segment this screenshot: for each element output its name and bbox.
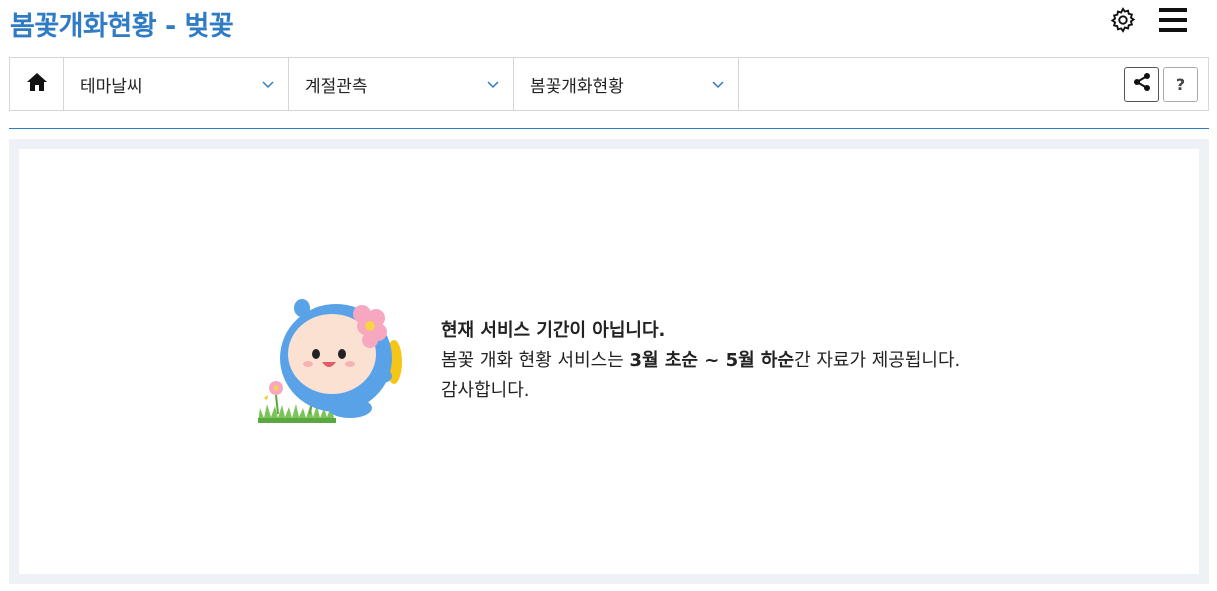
chevron-down-icon	[712, 74, 724, 94]
dropdown-seasonal-observation[interactable]: 계절관측	[289, 58, 514, 110]
notice-thanks: 감사합니다.	[441, 380, 530, 401]
gear-icon[interactable]	[1109, 6, 1137, 34]
mascot-illustration	[254, 296, 406, 430]
notice-period-line: 봄꽃 개화 현황 서비스는 3월 초순 ~ 5월 하순간 자료가 제공됩니다.	[441, 346, 960, 376]
service-notice: 현재 서비스 기간이 아닙니다. 봄꽃 개화 현황 서비스는 3월 초순 ~ 5…	[441, 316, 960, 406]
chevron-down-icon	[262, 74, 274, 94]
header-divider	[9, 128, 1209, 129]
dropdown-spring-flower-status[interactable]: 봄꽃개화현황	[514, 58, 739, 110]
navigation-bar: 테마날씨 계절관측 봄꽃개화현황 ?	[9, 57, 1209, 111]
notice-period-suffix: 간 자료가 제공됩니다.	[794, 350, 961, 371]
nav-tools: ?	[1124, 58, 1208, 110]
hamburger-menu-icon[interactable]	[1159, 7, 1187, 33]
notice-heading: 현재 서비스 기간이 아닙니다.	[441, 320, 666, 341]
notice-period: 3월 초순 ~ 5월 하순	[629, 350, 795, 371]
home-icon	[26, 72, 48, 96]
dropdown-theme-weather[interactable]: 테마날씨	[64, 58, 289, 110]
dropdown-label: 계절관측	[305, 76, 368, 97]
header-actions	[1109, 6, 1187, 34]
home-button[interactable]	[10, 58, 64, 110]
help-button[interactable]: ?	[1163, 66, 1198, 102]
dropdown-label: 봄꽃개화현황	[530, 76, 624, 97]
dropdown-label: 테마날씨	[80, 76, 143, 97]
chevron-down-icon	[487, 74, 499, 94]
share-button[interactable]	[1124, 66, 1159, 102]
share-icon	[1132, 72, 1152, 96]
page-title: 봄꽃개화현황 - 벚꽃	[10, 11, 234, 42]
notice-period-prefix: 봄꽃 개화 현황 서비스는	[441, 350, 630, 371]
